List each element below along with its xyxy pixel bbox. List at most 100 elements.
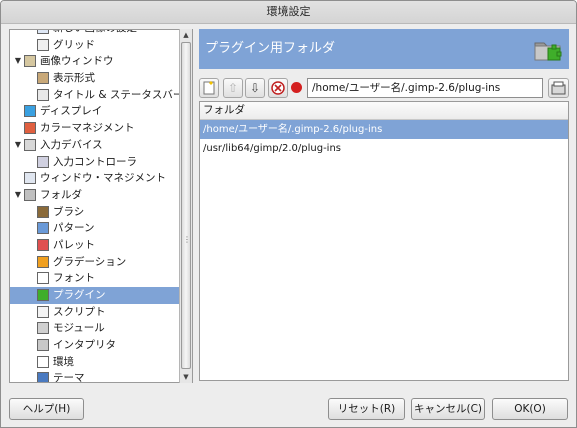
theme-icon xyxy=(37,372,49,382)
new-folder-button[interactable] xyxy=(199,78,219,98)
sidebar-item[interactable]: パターン xyxy=(10,220,180,237)
folder-list-row[interactable]: /usr/lib64/gimp/2.0/plug-ins xyxy=(200,139,568,158)
sidebar-item-label: 入力デバイス xyxy=(40,138,103,151)
sidebar-item[interactable]: スクリプト xyxy=(10,304,180,321)
display-icon xyxy=(24,105,36,118)
sidebar-item[interactable]: グラデーション xyxy=(10,254,180,271)
gradient-icon xyxy=(37,255,49,268)
scroll-up-arrow-icon[interactable]: ▲ xyxy=(181,30,191,40)
sidebar-item-label: インタプリタ xyxy=(53,339,116,352)
sidebar-item[interactable]: パレット xyxy=(10,237,180,254)
sidebar-item-label: モジュール xyxy=(53,322,105,335)
sidebar-item-label: スクリプト xyxy=(53,305,106,318)
sidebar-item[interactable]: ウィンドウ・マネジメント xyxy=(10,170,180,187)
sidebar-item[interactable]: カラーマネジメント xyxy=(10,120,180,137)
color-management-icon xyxy=(24,122,36,135)
sidebar-item-label: タイトル & ステータスバー xyxy=(53,88,184,101)
title-statusbar-icon xyxy=(37,88,49,101)
sidebar-item[interactable]: 新しい画像の設定 xyxy=(10,30,180,37)
module-icon xyxy=(37,322,49,335)
pane-splitter-handle[interactable]: ⋮ xyxy=(183,235,191,247)
folder-icon xyxy=(24,188,36,201)
folder-path-input[interactable]: /home/ユーザー名/.gimp-2.6/plug-ins xyxy=(307,78,543,98)
image-window-icon xyxy=(24,55,36,68)
plugin-folder-icon xyxy=(533,34,563,64)
input-controllers-icon xyxy=(37,155,49,168)
brush-icon xyxy=(37,205,49,218)
sidebar-item-label: テーマ xyxy=(53,372,85,383)
grid-icon xyxy=(37,38,49,51)
expander-arrow-icon[interactable]: ▼ xyxy=(13,187,23,204)
sidebar-item[interactable]: タイトル & ステータスバー xyxy=(10,87,184,104)
browse-folder-icon xyxy=(551,81,566,95)
sidebar-item-label: グリッド xyxy=(53,38,95,51)
sidebar-item-label: ディスプレイ xyxy=(40,105,103,118)
sidebar-item-label: 新しい画像の設定 xyxy=(53,30,137,37)
preferences-dialog: 環境設定 新しい画像の設定グリッド ▼ 画像ウィンドウ表示形式タイトル & ステータ… xyxy=(0,0,577,428)
sidebar-item-label: グラデーション xyxy=(53,255,127,268)
sidebar-item-label: パレット xyxy=(53,238,95,251)
font-icon xyxy=(37,272,49,285)
tree-scrollbar[interactable]: ▲ ▼ xyxy=(179,29,192,383)
sidebar-item-label: 表示形式 xyxy=(53,72,95,85)
cancel-button[interactable]: キャンセル(C) xyxy=(411,398,485,420)
new-folder-icon xyxy=(203,81,215,95)
sidebar-item-label: ブラシ xyxy=(53,205,85,218)
interpreter-icon xyxy=(37,339,49,352)
sidebar-item[interactable]: ブラシ xyxy=(10,204,180,221)
help-button[interactable]: ヘルプ(H) xyxy=(9,398,84,420)
sidebar-item-label: パターン xyxy=(53,222,95,235)
move-down-icon: ⇩ xyxy=(249,81,261,95)
expander-arrow-icon[interactable]: ▼ xyxy=(13,137,23,154)
window-title: 環境設定 xyxy=(1,1,576,24)
sidebar-item[interactable]: ディスプレイ xyxy=(10,103,180,120)
sidebar-item-label: 環境 xyxy=(53,355,74,368)
sidebar-item[interactable]: ▼ フォルダ xyxy=(10,187,180,204)
tree-list: 新しい画像の設定グリッド ▼ 画像ウィンドウ表示形式タイトル & ステータスバーディ… xyxy=(10,30,184,383)
sidebar-item-label: プラグイン xyxy=(53,289,106,301)
sidebar-item[interactable]: 表示形式 xyxy=(10,70,180,87)
sidebar-item-label: 入力コントローラ xyxy=(53,155,137,168)
ok-button[interactable]: OK(O) xyxy=(492,398,568,420)
appearance-icon xyxy=(37,72,49,85)
delete-icon xyxy=(271,81,285,95)
sidebar-item-label: 画像ウィンドウ xyxy=(40,55,114,68)
sidebar-item[interactable]: ▼ 画像ウィンドウ xyxy=(10,53,180,70)
move-up-icon: ⇧ xyxy=(227,81,239,95)
folder-rows: /home/ユーザー名/.gimp-2.6/plug-ins/usr/lib64… xyxy=(200,120,568,158)
sidebar-item[interactable]: インタプリタ xyxy=(10,337,180,354)
palette-icon xyxy=(37,238,49,251)
input-devices-icon xyxy=(24,138,36,151)
sidebar-item-label: カラーマネジメント xyxy=(40,122,135,135)
scrollbar-thumb[interactable] xyxy=(181,42,191,369)
panel-header: プラグイン用フォルダ xyxy=(199,29,569,69)
pattern-icon xyxy=(37,222,49,235)
sidebar-item-label: フォルダ xyxy=(40,188,82,201)
folder-list-row[interactable]: /home/ユーザー名/.gimp-2.6/plug-ins xyxy=(200,120,568,139)
sidebar-item[interactable]: プラグイン xyxy=(10,287,180,304)
expander-arrow-icon[interactable]: ▼ xyxy=(13,53,23,70)
scroll-down-arrow-icon[interactable]: ▼ xyxy=(181,372,191,382)
browse-folder-button[interactable] xyxy=(548,78,569,98)
category-tree[interactable]: 新しい画像の設定グリッド ▼ 画像ウィンドウ表示形式タイトル & ステータスバーディ… xyxy=(9,29,193,383)
sidebar-item[interactable]: 環境 xyxy=(10,354,180,371)
new-image-icon xyxy=(37,30,49,34)
sidebar-item-label: ウィンドウ・マネジメント xyxy=(40,172,166,185)
sidebar-item[interactable]: ▼ 入力デバイス xyxy=(10,137,180,154)
sidebar-item[interactable]: フォント xyxy=(10,270,180,287)
sidebar-item[interactable]: 入力コントローラ xyxy=(10,154,180,171)
sidebar-item[interactable]: テーマ xyxy=(10,370,180,383)
folder-column-header[interactable]: フォルダ xyxy=(200,102,568,120)
sidebar-item[interactable]: グリッド xyxy=(10,37,180,54)
status-red-dot-icon xyxy=(291,82,302,93)
plugin-icon xyxy=(37,289,49,301)
sidebar-item[interactable]: モジュール xyxy=(10,320,180,337)
folder-list: フォルダ /home/ユーザー名/.gimp-2.6/plug-ins/usr/… xyxy=(199,101,569,381)
delete-folder-button[interactable] xyxy=(268,78,288,98)
panel-title: プラグイン用フォルダ xyxy=(205,41,336,56)
move-up-button[interactable]: ⇧ xyxy=(223,78,243,98)
move-down-button[interactable]: ⇩ xyxy=(245,78,265,98)
script-icon xyxy=(37,305,49,318)
reset-button[interactable]: リセット(R) xyxy=(328,398,405,420)
environment-icon xyxy=(37,355,49,368)
